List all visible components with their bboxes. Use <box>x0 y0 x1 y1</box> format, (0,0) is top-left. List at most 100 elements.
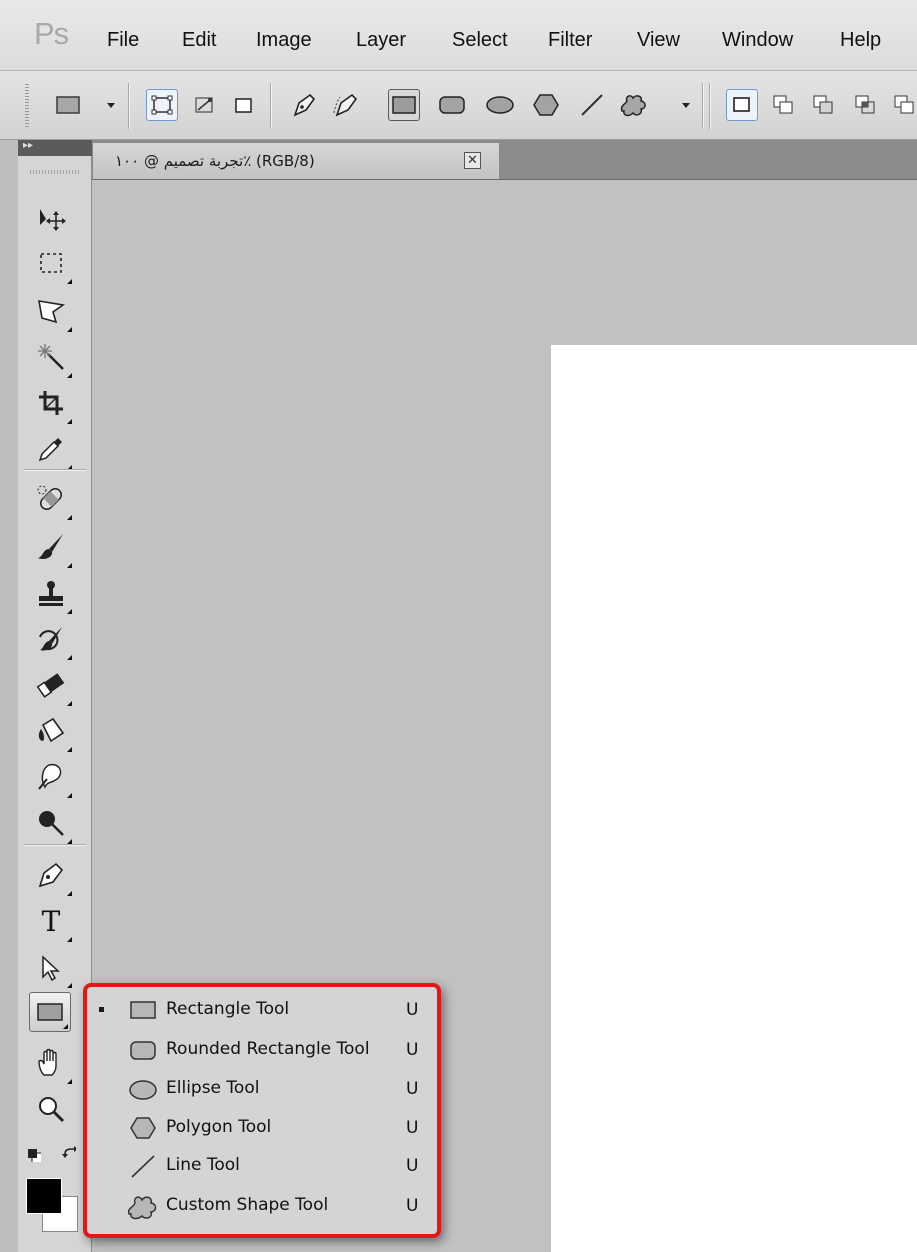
add-combine-button[interactable] <box>768 89 800 121</box>
flyout-item-shortcut: U <box>406 1118 419 1138</box>
custom-shape-button[interactable] <box>618 89 650 121</box>
flyout-item-custom-shape-tool[interactable]: Custom Shape Tool U <box>87 1187 437 1225</box>
menu-select[interactable]: Select <box>452 28 508 52</box>
ellipse-shape-button[interactable] <box>484 89 516 121</box>
paint-bucket-tool[interactable] <box>28 708 74 754</box>
custom-shape-icon <box>620 95 646 117</box>
eraser-tool-icon <box>36 673 65 698</box>
eraser-tool[interactable] <box>28 662 74 708</box>
rounded-rectangle-shape-button[interactable] <box>436 89 468 121</box>
move-tool[interactable] <box>28 194 74 240</box>
zoom-tool[interactable] <box>28 1086 74 1132</box>
flyout-item-polygon-tool[interactable]: Polygon Tool U <box>87 1109 437 1147</box>
document-tab-title: تجربة تصميم @ ١٠٠٪ (RGB/8) <box>115 152 315 170</box>
line-icon <box>581 94 603 116</box>
path-selection-tool[interactable] <box>28 944 74 990</box>
ellipse-icon <box>486 96 514 114</box>
menu-help[interactable]: Help <box>840 28 881 52</box>
rectangle-tool[interactable] <box>29 992 71 1032</box>
eyedropper-tool-icon <box>38 438 62 462</box>
tool-preset-picker[interactable] <box>52 89 84 121</box>
divider <box>709 83 710 129</box>
flyout-item-label: Ellipse Tool <box>166 1078 260 1098</box>
divider <box>24 469 86 470</box>
document-tab[interactable]: تجربة تصميم @ ١٠٠٪ (RGB/8) ✕ <box>92 142 500 179</box>
history-brush-tool[interactable] <box>28 616 74 662</box>
hand-tool[interactable] <box>28 1040 74 1086</box>
shape-layers-button[interactable] <box>146 89 178 121</box>
flyout-item-shortcut: U <box>406 1156 419 1176</box>
polygon-icon <box>130 1117 156 1139</box>
close-icon[interactable]: ✕ <box>464 152 481 169</box>
magic-wand-tool-icon <box>38 344 64 370</box>
intersect-icon <box>855 95 875 114</box>
chevron-down-icon[interactable] <box>682 103 690 108</box>
exclude-combine-button[interactable] <box>892 89 917 121</box>
collapse-icon[interactable]: ▸▸ <box>23 140 33 151</box>
brush-tool[interactable] <box>28 524 74 570</box>
divider <box>24 844 86 845</box>
document-canvas[interactable] <box>551 345 917 1252</box>
new-layer-combine-button[interactable] <box>726 89 758 121</box>
menu-view[interactable]: View <box>637 28 680 52</box>
subtract-icon <box>813 95 833 114</box>
chevron-down-icon[interactable] <box>107 103 115 108</box>
rectangle-shape-button[interactable] <box>388 89 420 121</box>
clone-stamp-tool[interactable] <box>28 570 74 616</box>
lasso-tool[interactable] <box>28 288 74 334</box>
blur-tool-icon <box>38 763 62 790</box>
menu-image[interactable]: Image <box>256 28 312 52</box>
menu-edit[interactable]: Edit <box>182 28 216 52</box>
menu-window[interactable]: Window <box>722 28 793 52</box>
intersect-combine-button[interactable] <box>850 89 882 121</box>
options-bar <box>0 71 917 140</box>
pen-tool[interactable] <box>28 852 74 898</box>
blur-tool[interactable] <box>28 754 74 800</box>
divider <box>270 83 271 129</box>
toolbox-grip[interactable] <box>30 170 80 174</box>
default-colors-icon[interactable] <box>27 1148 41 1162</box>
flyout-item-ellipse-tool[interactable]: Ellipse Tool U <box>87 1070 437 1108</box>
toolbox: T <box>18 156 92 1252</box>
magic-wand-tool[interactable] <box>28 334 74 380</box>
flyout-item-rounded-rectangle-tool[interactable]: Rounded Rectangle Tool U <box>87 1031 437 1069</box>
document-tab-strip: تجربة تصميم @ ١٠٠٪ (RGB/8) ✕ <box>92 140 917 180</box>
freeform-pen-button[interactable] <box>330 89 362 121</box>
pen-icon <box>293 93 316 117</box>
menu-file[interactable]: File <box>107 28 139 52</box>
flyout-item-rectangle-tool[interactable]: Rectangle Tool U <box>87 991 437 1029</box>
swap-colors-icon[interactable] <box>62 1146 76 1160</box>
dodge-tool[interactable] <box>28 800 74 846</box>
eyedropper-tool[interactable] <box>28 426 74 472</box>
menu-layer[interactable]: Layer <box>356 28 406 52</box>
flyout-item-label: Rounded Rectangle Tool <box>166 1039 370 1059</box>
lasso-tool-icon <box>38 300 66 324</box>
hand-tool-icon <box>38 1048 57 1076</box>
crop-tool-icon <box>39 391 63 415</box>
paths-button[interactable] <box>188 89 220 121</box>
dodge-tool-icon <box>39 811 64 836</box>
options-bar-grip[interactable] <box>25 84 29 128</box>
history-brush-tool-icon <box>39 627 62 651</box>
clone-stamp-tool-icon <box>39 581 63 606</box>
foreground-color-swatch[interactable] <box>26 1178 62 1214</box>
marquee-tool[interactable] <box>28 240 74 286</box>
custom-shape-icon <box>127 1196 157 1220</box>
polygon-icon <box>533 94 559 116</box>
healing-brush-tool[interactable] <box>28 476 74 522</box>
flyout-item-line-tool[interactable]: Line Tool U <box>87 1147 437 1185</box>
pen-tool-button[interactable] <box>288 89 320 121</box>
crop-tool[interactable] <box>28 380 74 426</box>
menu-filter[interactable]: Filter <box>548 28 592 52</box>
subtract-combine-button[interactable] <box>808 89 840 121</box>
healing-brush-tool-icon <box>37 485 62 510</box>
flyout-item-shortcut: U <box>406 1000 419 1020</box>
polygon-shape-button[interactable] <box>530 89 562 121</box>
fill-pixels-button[interactable] <box>228 89 260 121</box>
flyout-item-shortcut: U <box>406 1040 419 1060</box>
shape-layers-icon <box>151 95 173 115</box>
toolbox-header[interactable]: ▸▸ <box>18 140 92 156</box>
freeform-pen-icon <box>333 93 358 117</box>
line-shape-button[interactable] <box>576 89 608 121</box>
type-tool[interactable]: T <box>28 898 74 944</box>
